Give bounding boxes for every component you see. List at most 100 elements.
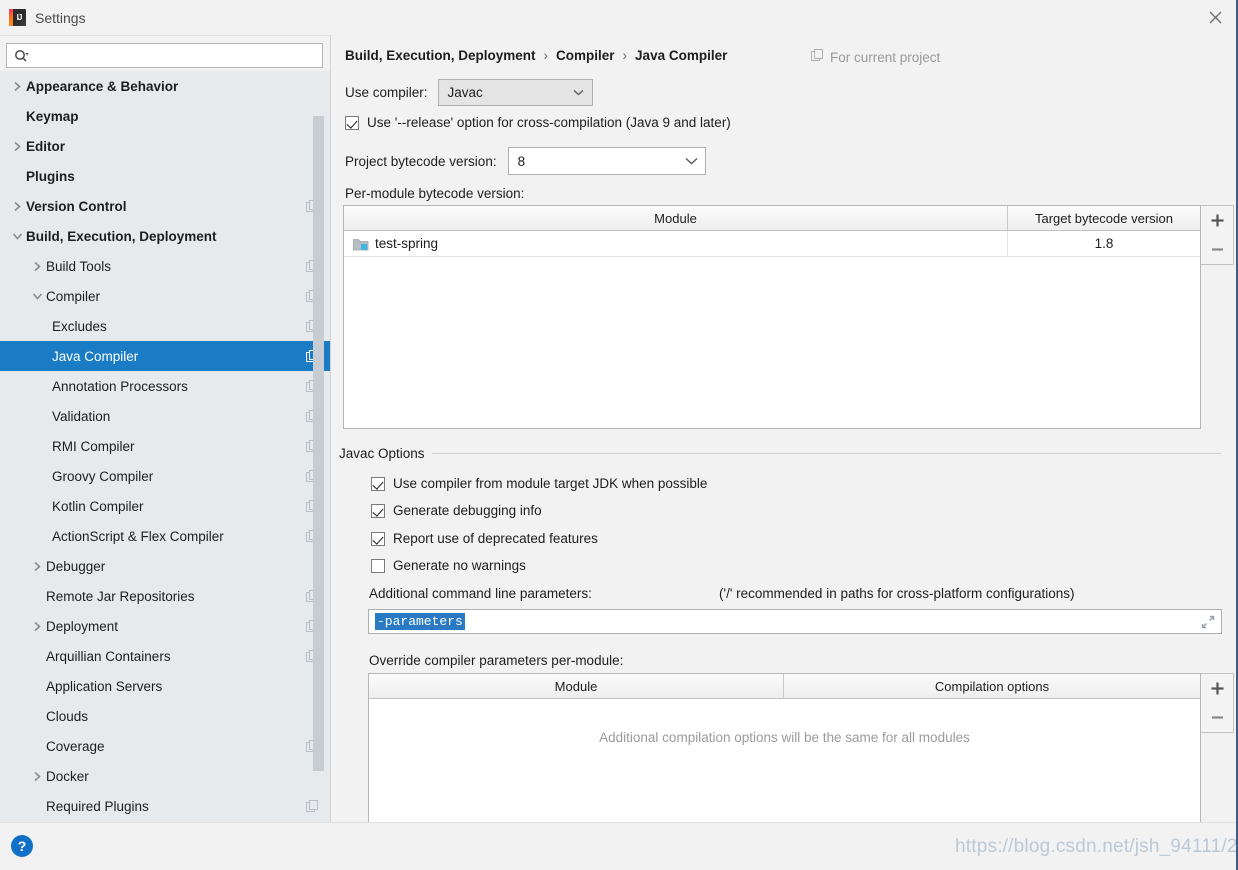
sidebar-item-label: Version Control <box>26 198 127 214</box>
project-scope-label: For current project <box>830 49 941 65</box>
sidebar-item-label: Deployment <box>46 618 119 634</box>
sidebar-item-label: Build, Execution, Deployment <box>26 228 217 244</box>
project-scope-indicator: For current project <box>811 49 940 65</box>
sidebar-item-build-execution-deployment[interactable]: Build, Execution, Deployment <box>0 221 331 251</box>
sidebar-item-clouds[interactable]: Clouds <box>0 701 331 731</box>
add-override-param-button[interactable] <box>1201 674 1234 703</box>
checkbox-box[interactable] <box>371 531 385 546</box>
sidebar-item-label: Remote Jar Repositories <box>46 588 195 604</box>
sidebar-item-version-control[interactable]: Version Control <box>0 191 331 221</box>
additional-params-hint: ('/' recommended in paths for cross-plat… <box>719 586 1075 601</box>
chevron-right-icon[interactable] <box>28 561 46 572</box>
per-module-bytecode-table[interactable]: Module Target bytecode version test-spri… <box>343 205 1201 429</box>
sidebar-item-coverage[interactable]: Coverage <box>0 731 331 761</box>
remove-override-param-button[interactable] <box>1201 703 1234 732</box>
sidebar-item-java-compiler[interactable]: Java Compiler <box>0 341 331 371</box>
project-bytecode-row: Project bytecode version: 8 <box>345 147 706 175</box>
use-compiler-select[interactable]: Javac <box>437 79 593 106</box>
sidebar-scrollbar-thumb[interactable] <box>313 116 324 771</box>
checkbox-use-compiler-from-module-target-jdk-when-possible[interactable]: Use compiler from module target JDK when… <box>371 476 707 491</box>
javac-options-group-line <box>411 453 1221 454</box>
project-bytecode-select[interactable]: 8 <box>507 147 706 175</box>
chevron-right-icon[interactable] <box>28 261 46 272</box>
per-module-bytecode-table-buttons <box>1201 205 1234 265</box>
sidebar-item-docker[interactable]: Docker <box>0 761 331 791</box>
remove-module-bytecode-button[interactable] <box>1201 235 1234 264</box>
help-icon[interactable]: ? <box>11 835 33 857</box>
search-input[interactable] <box>33 48 303 63</box>
checkbox-report-use-of-deprecated-features[interactable]: Report use of deprecated features <box>371 531 598 546</box>
window-title: Settings <box>35 9 86 26</box>
sidebar-item-editor[interactable]: Editor <box>0 131 331 161</box>
sidebar-scrollbar-track[interactable] <box>313 116 324 816</box>
sidebar-item-deployment[interactable]: Deployment <box>0 611 331 641</box>
checkbox-box[interactable] <box>371 558 385 573</box>
column-header-compilation-options[interactable]: Compilation options <box>783 674 1200 698</box>
column-header-target-bytecode[interactable]: Target bytecode version <box>1007 206 1200 230</box>
sidebar-item-keymap[interactable]: Keymap <box>0 101 331 131</box>
sidebar-item-validation[interactable]: Validation <box>0 401 331 431</box>
additional-params-input[interactable]: -parameters <box>368 609 1222 634</box>
sidebar-item-appearance-behavior[interactable]: Appearance & Behavior <box>0 71 331 101</box>
use-compiler-row: Use compiler: Javac <box>345 79 593 106</box>
sidebar-item-groovy-compiler[interactable]: Groovy Compiler <box>0 461 331 491</box>
javac-options-group-title: Javac Options <box>339 446 432 461</box>
module-folder-icon <box>353 237 369 251</box>
release-option-label: Use '--release' option for cross-compila… <box>367 115 731 130</box>
sidebar-item-annotation-processors[interactable]: Annotation Processors <box>0 371 331 401</box>
additional-params-value: -parameters <box>375 613 465 630</box>
sidebar-item-remote-jar-repositories[interactable]: Remote Jar Repositories <box>0 581 331 611</box>
release-option-checkbox-box[interactable] <box>345 115 359 130</box>
sidebar-item-label: Coverage <box>46 738 105 754</box>
chevron-down-icon[interactable] <box>8 232 26 241</box>
table-row[interactable]: test-spring 1.8 <box>344 231 1200 257</box>
per-module-bytecode-label: Per-module bytecode version: <box>345 186 525 201</box>
checkbox-generate-debugging-info[interactable]: Generate debugging info <box>371 503 542 518</box>
chevron-right-icon[interactable] <box>28 771 46 782</box>
override-params-label: Override compiler parameters per-module: <box>369 653 624 668</box>
settings-dialog: IJ Settings Appearance & Behavior Keymap… <box>0 0 1238 870</box>
sidebar-item-plugins[interactable]: Plugins <box>0 161 331 191</box>
override-params-table[interactable]: Module Compilation options Additional co… <box>368 673 1201 822</box>
table-body: test-spring 1.8 <box>344 231 1200 257</box>
add-module-bytecode-button[interactable] <box>1201 206 1234 235</box>
search-area <box>0 36 331 71</box>
breadcrumb-part-3[interactable]: Java Compiler <box>635 48 727 63</box>
sidebar-item-required-plugins[interactable]: Required Plugins <box>0 791 331 821</box>
sidebar-item-build-tools[interactable]: Build Tools <box>0 251 331 281</box>
sidebar-item-excludes[interactable]: Excludes <box>0 311 331 341</box>
chevron-right-icon[interactable] <box>8 201 26 212</box>
release-option-checkbox[interactable]: Use '--release' option for cross-compila… <box>345 115 731 130</box>
checkbox-box[interactable] <box>371 503 385 518</box>
sidebar-item-arquillian-containers[interactable]: Arquillian Containers <box>0 641 331 671</box>
sidebar-item-label: Annotation Processors <box>52 378 188 394</box>
sidebar-item-actionscript-flex-compiler[interactable]: ActionScript & Flex Compiler <box>0 521 331 551</box>
chevron-right-icon[interactable] <box>8 81 26 92</box>
search-icon <box>14 49 29 63</box>
search-box[interactable] <box>6 43 323 68</box>
sidebar-item-rmi-compiler[interactable]: RMI Compiler <box>0 431 331 461</box>
cell-target-bytecode[interactable]: 1.8 <box>1007 231 1200 256</box>
checkbox-box[interactable] <box>371 476 385 491</box>
sidebar-item-label: Validation <box>52 408 111 424</box>
breadcrumb-part-2[interactable]: Compiler <box>556 48 615 63</box>
settings-sidebar: Appearance & Behavior Keymap Editor Plugins… <box>0 35 331 823</box>
sidebar-item-application-servers[interactable]: Application Servers <box>0 671 331 701</box>
chevron-down-icon[interactable] <box>28 292 46 301</box>
close-icon[interactable] <box>1192 0 1236 35</box>
checkbox-label: Report use of deprecated features <box>393 531 598 546</box>
sidebar-item-kotlin-compiler[interactable]: Kotlin Compiler <box>0 491 331 521</box>
chevron-right-icon[interactable] <box>8 141 26 152</box>
column-header-module[interactable]: Module <box>369 674 783 698</box>
breadcrumb-part-1[interactable]: Build, Execution, Deployment <box>345 48 536 63</box>
cell-module[interactable]: test-spring <box>344 231 1007 256</box>
sidebar-item-label: Plugins <box>26 168 75 184</box>
sidebar-item-label: Groovy Compiler <box>52 468 154 484</box>
sidebar-item-compiler[interactable]: Compiler <box>0 281 331 311</box>
checkbox-generate-no-warnings[interactable]: Generate no warnings <box>371 558 526 573</box>
sidebar-item-debugger[interactable]: Debugger <box>0 551 331 581</box>
expand-icon[interactable] <box>1200 614 1216 630</box>
column-header-module[interactable]: Module <box>344 206 1007 230</box>
chevron-right-icon[interactable] <box>28 621 46 632</box>
checkbox-label: Use compiler from module target JDK when… <box>393 476 708 491</box>
